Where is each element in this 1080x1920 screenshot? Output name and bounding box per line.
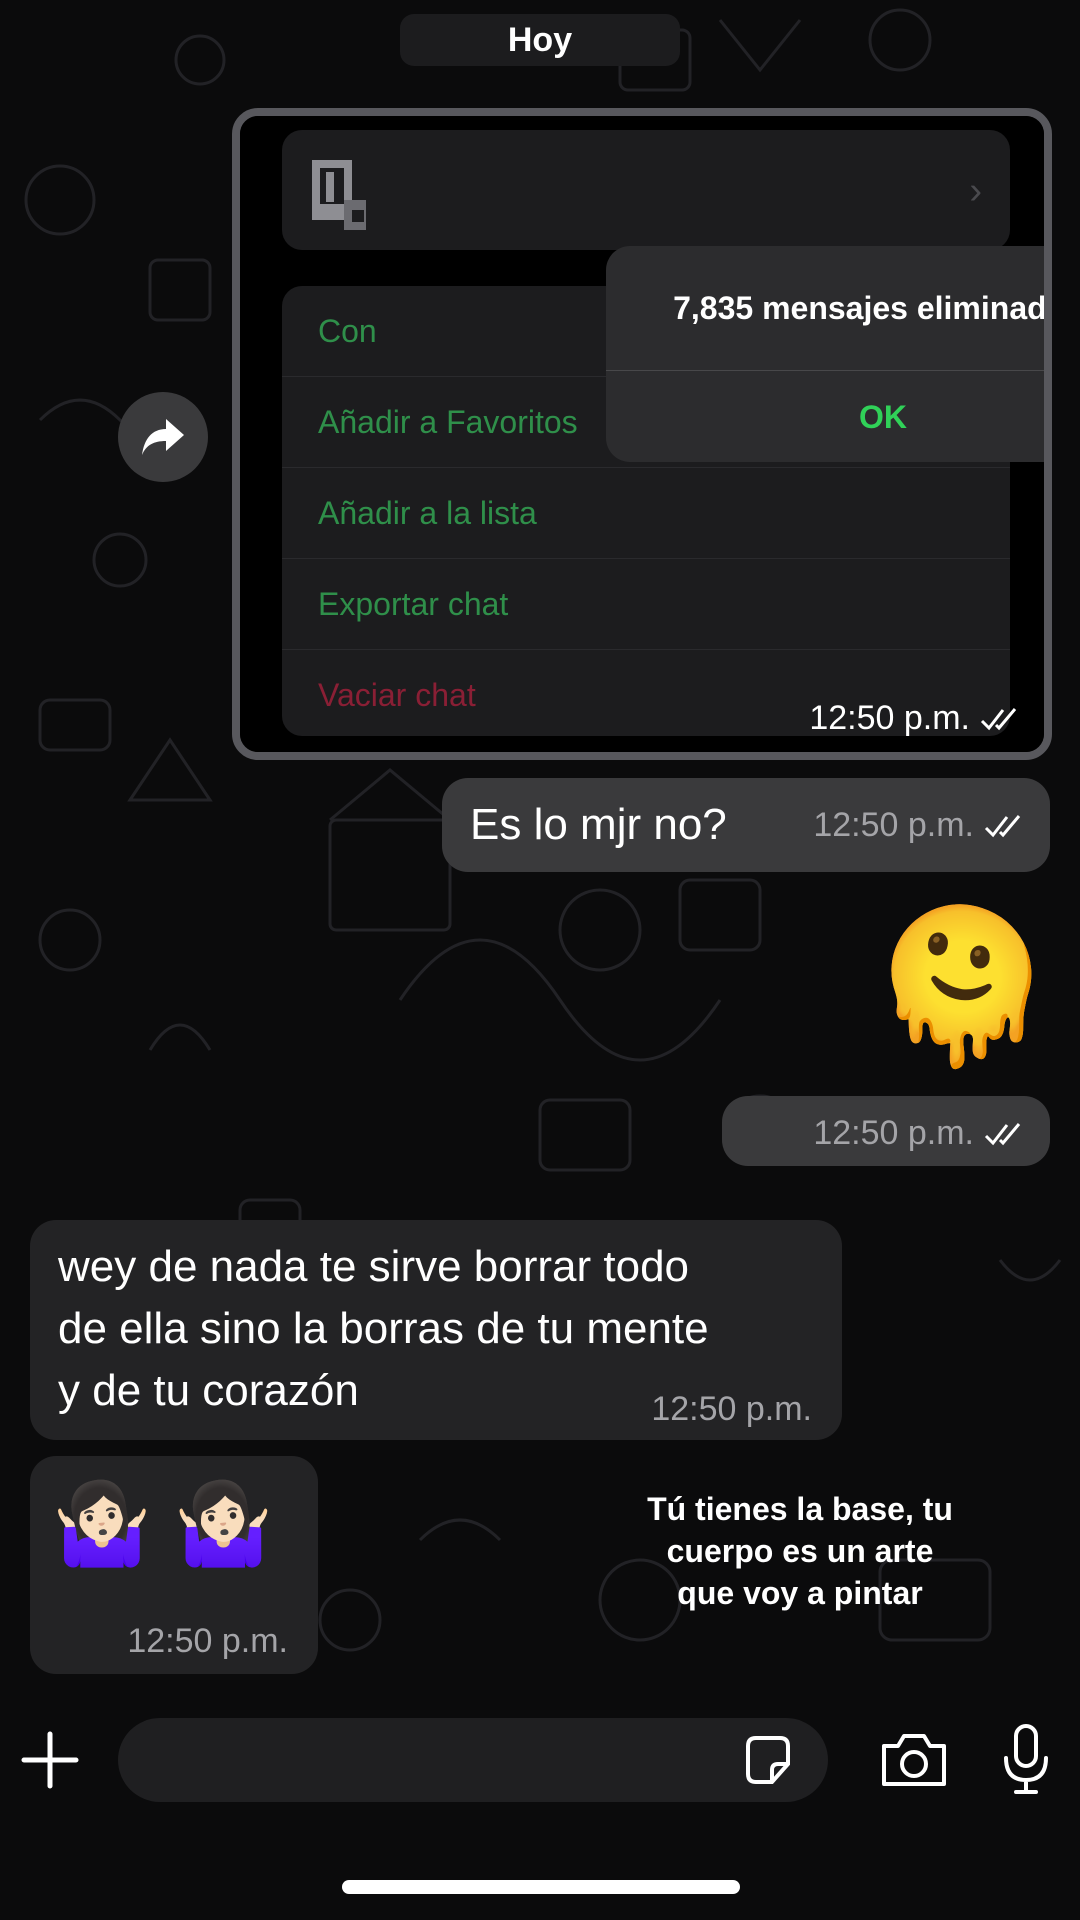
incoming-emoji-message[interactable]: 🤷🏻‍♀️ 🤷🏻‍♀️ 12:50 p.m.: [30, 1456, 318, 1674]
pixel-avatar-icon: [312, 160, 366, 230]
incoming-message[interactable]: wey de nada te sirve borrar todo de ella…: [30, 1220, 842, 1440]
caption-line: cuerpo es un arte: [666, 1533, 934, 1569]
caption-line: que voy a pintar: [677, 1575, 923, 1611]
message-line: wey de nada te sirve borrar todo: [58, 1242, 690, 1291]
message-timestamp: 12:50 p.m.: [127, 1622, 288, 1660]
emoji-message[interactable]: 🫠: [868, 906, 1055, 1066]
message-text: Es lo mjr no?: [470, 800, 727, 849]
message-line: y de tu corazón: [58, 1366, 359, 1415]
timestamp-text: 12:50 p.m.: [809, 699, 970, 737]
caption-line: Tú tienes la base, tu: [647, 1491, 953, 1527]
double-check-icon: [984, 814, 1021, 837]
outgoing-message[interactable]: Es lo mjr no? 12:50 p.m.: [442, 778, 1050, 872]
microphone-icon[interactable]: [1002, 1722, 1050, 1796]
contact-info-card: ›: [282, 130, 1010, 250]
plus-icon[interactable]: [20, 1730, 80, 1790]
chevron-right-icon: ›: [969, 170, 982, 212]
home-indicator[interactable]: [342, 1880, 740, 1894]
timestamp-text: 12:50 p.m.: [813, 1114, 974, 1152]
double-check-icon: [980, 707, 1017, 730]
message-line: de ella sino la borras de tu mente: [58, 1304, 709, 1353]
menu-item-export-chat: Exportar chat: [282, 559, 1010, 650]
message-timestamp: 12:50 p.m.: [813, 806, 1026, 845]
overlay-caption: Tú tienes la base, tu cuerpo es un arte …: [560, 1488, 1040, 1614]
camera-icon[interactable]: [878, 1728, 950, 1790]
sticker-icon[interactable]: [740, 1732, 796, 1788]
double-check-icon: [984, 1122, 1021, 1145]
message-input[interactable]: [118, 1718, 828, 1802]
emoji-message-time-pill: 12:50 p.m.: [722, 1096, 1050, 1166]
emoji-content: 🤷🏻‍♀️ 🤷🏻‍♀️: [52, 1479, 274, 1568]
alert-ok-button: OK: [859, 399, 907, 435]
timestamp-text: 12:50 p.m.: [813, 806, 974, 844]
menu-item-add-to-list: Añadir a la lista: [282, 468, 1010, 559]
message-timestamp: 12:50 p.m.: [809, 699, 1022, 738]
forward-icon: [142, 419, 184, 455]
alert-title: 7,835 mensajes eliminados.: [606, 246, 1044, 371]
message-timestamp: 12:50 p.m.: [651, 1390, 812, 1428]
forward-button[interactable]: [118, 392, 208, 482]
message-timestamp: 12:50 p.m.: [813, 1114, 1026, 1153]
message-text: wey de nada te sirve borrar todo de ella…: [58, 1236, 709, 1422]
date-separator: Hoy: [400, 14, 680, 66]
image-message-screenshot[interactable]: › Con Añadir a Favoritos Añadir a la lis…: [232, 108, 1052, 760]
deleted-messages-alert: 7,835 mensajes eliminados. OK: [606, 246, 1044, 462]
